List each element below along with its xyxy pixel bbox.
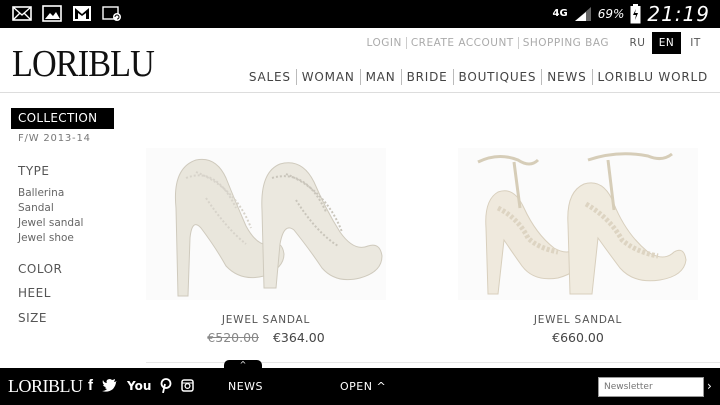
main-nav: SALES WOMAN MAN BRIDE BOUTIQUES NEWS LOR… (244, 69, 708, 85)
collection-button[interactable]: COLLECTION (11, 108, 114, 129)
type-filter-list: Ballerina Sandal Jewel sandal Jewel shoe (18, 186, 83, 246)
login-link[interactable]: LOGIN (363, 37, 407, 49)
nav-boutiques[interactable]: BOUTIQUES (454, 69, 543, 85)
filter-sandal[interactable]: Sandal (18, 201, 83, 216)
header-divider (0, 92, 720, 93)
pinterest-icon[interactable] (160, 378, 172, 393)
nav-loriblu-world[interactable]: LORIBLU WORLD (593, 69, 708, 85)
footer-logo[interactable]: LORIBLU (8, 376, 83, 397)
newsletter-submit-icon[interactable]: › (707, 379, 712, 393)
network-type: 4G (552, 8, 568, 19)
nav-woman[interactable]: WOMAN (297, 69, 361, 85)
filter-color-heading[interactable]: COLOR (18, 262, 62, 276)
product-price: €660.00 (458, 330, 698, 345)
old-price: €520.00 (207, 330, 259, 345)
nav-news[interactable]: NEWS (542, 69, 593, 85)
filter-jewel-shoe[interactable]: Jewel shoe (18, 231, 83, 246)
product-image[interactable] (146, 148, 386, 300)
product-name[interactable]: JEWEL SANDAL (458, 314, 698, 326)
price-value: €660.00 (552, 330, 604, 345)
product-card[interactable]: JEWEL SANDAL €520.00 €364.00 (146, 148, 386, 345)
youtube-icon[interactable]: You (127, 379, 151, 393)
gallery-icon (42, 5, 62, 22)
filter-type-heading[interactable]: TYPE (18, 164, 49, 178)
gmail-icon (73, 6, 91, 21)
season-label[interactable]: F/W 2013-14 (18, 133, 91, 144)
footer-bar: LORIBLU f You NEWS OPEN ^ › (0, 368, 720, 405)
battery-percent: 69% (597, 7, 625, 21)
filter-size-heading[interactable]: SIZE (18, 311, 47, 325)
sync-icon (102, 6, 121, 21)
news-tab[interactable]: NEWS (228, 380, 263, 393)
product-price: €520.00 €364.00 (146, 330, 386, 345)
email-icon (12, 6, 32, 21)
newsletter-input[interactable] (598, 377, 704, 397)
instagram-icon[interactable] (181, 379, 195, 392)
product-name[interactable]: JEWEL SANDAL (146, 314, 386, 326)
filter-ballerina[interactable]: Ballerina (18, 186, 83, 201)
open-toggle[interactable]: OPEN ^ (340, 380, 386, 393)
battery-charging-icon (630, 4, 641, 24)
social-links: f You (88, 377, 195, 394)
nav-man[interactable]: MAN (361, 69, 402, 85)
lang-en[interactable]: EN (652, 32, 681, 54)
clock: 21:19 (647, 2, 710, 26)
account-links: LOGIN CREATE ACCOUNT SHOPPING BAG RU EN … (363, 32, 711, 54)
sale-price: €364.00 (272, 330, 325, 345)
facebook-icon[interactable]: f (88, 377, 93, 394)
shopping-bag-link[interactable]: SHOPPING BAG (519, 37, 613, 49)
nav-bride[interactable]: BRIDE (402, 69, 454, 85)
product-image[interactable] (458, 148, 698, 300)
brand-logo[interactable]: LORIBLU (12, 42, 155, 86)
twitter-icon[interactable] (102, 379, 118, 392)
product-card[interactable]: JEWEL SANDAL €660.00 (458, 148, 698, 345)
language-switcher: RU EN IT (623, 32, 710, 54)
create-account-link[interactable]: CREATE ACCOUNT (407, 37, 519, 49)
filter-jewel-sandal[interactable]: Jewel sandal (18, 216, 83, 231)
lang-ru[interactable]: RU (623, 32, 652, 54)
lang-it[interactable]: IT (681, 32, 710, 54)
signal-icon (574, 7, 591, 21)
nav-sales[interactable]: SALES (244, 69, 297, 85)
status-bar: 4G 69% 21:19 (0, 0, 720, 28)
filter-heel-heading[interactable]: HEEL (18, 286, 51, 300)
